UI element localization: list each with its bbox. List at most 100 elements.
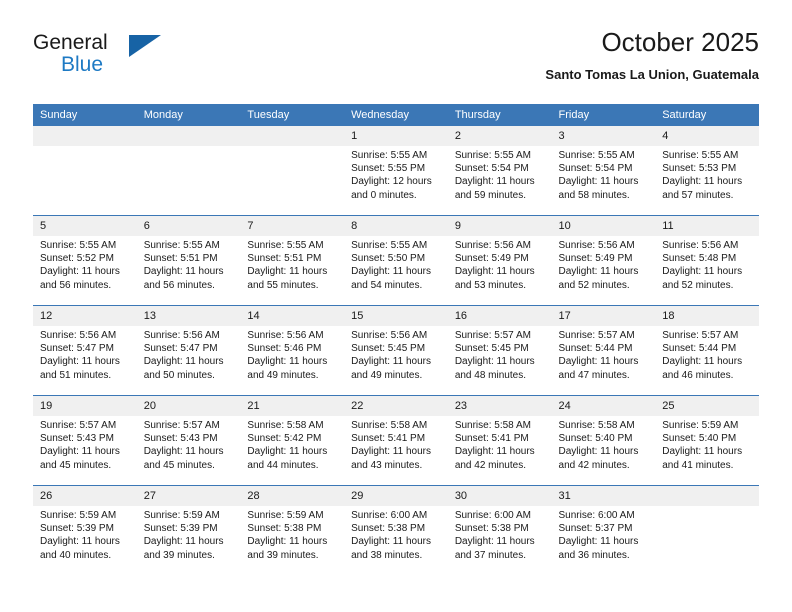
calendar-day-cell[interactable]: 20 Sunrise: 5:57 AM Sunset: 5:43 PM Dayligh…	[136, 395, 241, 486]
day-sunrise-text: Sunrise: 5:56 AM	[558, 240, 635, 251]
day-sunrise-text: Sunrise: 5:56 AM	[454, 240, 531, 251]
day-sunrise-text: Sunrise: 5:55 AM	[40, 240, 117, 251]
calendar-day-cell[interactable]: 22 Sunrise: 5:58 AM Sunset: 5:41 PM Dayligh…	[344, 395, 448, 486]
calendar-day-cell[interactable]: 26 Sunrise: 5:59 AM Sunset: 5:39 PM Dayligh…	[33, 485, 137, 575]
calendar-day-cell[interactable]: 2 Sunrise: 5:55 AM Sunset: 5:54 PM Daylight…	[447, 126, 552, 216]
day-sunrise-text: Sunrise: 6:00 AM	[558, 510, 635, 521]
day-sunset-text: Sunset: 5:41 PM	[454, 433, 529, 445]
calendar-day-cell[interactable]: 6 Sunrise: 5:55 AM Sunset: 5:51 PM Daylight…	[136, 215, 241, 306]
calendar-day-cell[interactable]: 16 Sunrise: 5:57 AM Sunset: 5:45 PM Dayligh…	[447, 305, 552, 396]
day-details: Sunrise: 5:56 AM Sunset: 5:49 PM Daylight:…	[448, 236, 552, 292]
calendar-day-cell[interactable]: 4 Sunrise: 5:55 AM Sunset: 5:53 PM Daylight…	[655, 126, 759, 216]
day-daylight-text: Daylight: 11 hours	[351, 356, 431, 368]
calendar-day-cell[interactable]: 1 Sunrise: 5:55 AM Sunset: 5:55 PM Daylight…	[344, 126, 448, 216]
calendar-empty-cell	[655, 485, 759, 575]
day-daylight-cont-text: and 54 minutes.	[351, 279, 423, 291]
day-details: Sunrise: 5:56 AM Sunset: 5:48 PM Daylight:…	[655, 236, 759, 292]
day-daylight-text: Daylight: 11 hours	[454, 446, 535, 458]
day-sunrise-text: Sunrise: 5:57 AM	[454, 330, 531, 341]
calendar-empty-cell	[136, 126, 241, 216]
day-sunrise-text: Sunrise: 5:55 AM	[351, 240, 428, 251]
day-sunrise-text: Sunrise: 5:59 AM	[662, 420, 739, 431]
calendar-day-cell[interactable]: 23 Sunrise: 5:58 AM Sunset: 5:41 PM Dayligh…	[447, 395, 552, 486]
day-daylight-text: Daylight: 11 hours	[454, 536, 535, 548]
day-daylight-text: Daylight: 11 hours	[662, 356, 743, 368]
calendar-table: Sunday Monday Tuesday Wednesday Thursday…	[33, 104, 759, 575]
day-sunset-text: Sunset: 5:39 PM	[40, 523, 114, 535]
calendar-day-cell[interactable]: 12 Sunrise: 5:56 AM Sunset: 5:47 PM Dayligh…	[33, 305, 137, 396]
day-daylight-text: Daylight: 11 hours	[40, 446, 120, 458]
day-daylight-cont-text: and 58 minutes.	[558, 189, 630, 201]
calendar-day-cell[interactable]: 7 Sunrise: 5:55 AM Sunset: 5:51 PM Daylight…	[240, 215, 345, 306]
day-number: 25	[655, 396, 759, 416]
day-sunrise-text: Sunrise: 5:55 AM	[662, 150, 739, 161]
day-number: 24	[551, 396, 656, 416]
day-sunset-text: Sunset: 5:38 PM	[351, 523, 426, 535]
calendar-day-cell[interactable]: 10 Sunrise: 5:56 AM Sunset: 5:49 PM Dayligh…	[551, 215, 656, 306]
day-daylight-text: Daylight: 11 hours	[558, 356, 639, 368]
calendar-day-cell[interactable]: 28 Sunrise: 5:59 AM Sunset: 5:38 PM Dayligh…	[240, 485, 345, 575]
calendar-day-cell[interactable]: 18 Sunrise: 5:57 AM Sunset: 5:44 PM Dayligh…	[655, 305, 759, 396]
day-daylight-cont-text: and 56 minutes.	[143, 279, 215, 291]
calendar-day-cell[interactable]: 24 Sunrise: 5:58 AM Sunset: 5:40 PM Dayligh…	[551, 395, 656, 486]
calendar-day-cell[interactable]: 29 Sunrise: 6:00 AM Sunset: 5:38 PM Dayligh…	[344, 485, 448, 575]
day-sunset-text: Sunset: 5:42 PM	[247, 433, 322, 445]
calendar-day-cell[interactable]: 31 Sunrise: 6:00 AM Sunset: 5:37 PM Dayligh…	[551, 485, 656, 575]
calendar-day-cell[interactable]: 15 Sunrise: 5:56 AM Sunset: 5:45 PM Dayligh…	[344, 305, 448, 396]
day-daylight-cont-text: and 59 minutes.	[454, 189, 526, 201]
day-details: Sunrise: 5:57 AM Sunset: 5:43 PM Daylight:…	[33, 416, 137, 472]
calendar-week-row: 1 Sunrise: 5:55 AM Sunset: 5:55 PM Daylight…	[33, 126, 759, 216]
logo-text-general: General	[33, 31, 108, 54]
calendar-empty-cell	[240, 126, 345, 216]
calendar-day-cell[interactable]: 3 Sunrise: 5:55 AM Sunset: 5:54 PM Daylight…	[551, 126, 656, 216]
day-number: 8	[344, 216, 448, 236]
calendar-day-cell[interactable]: 5 Sunrise: 5:55 AM Sunset: 5:52 PM Daylight…	[33, 215, 137, 306]
day-number: 21	[240, 396, 345, 416]
day-sunset-text: Sunset: 5:39 PM	[143, 523, 218, 535]
day-number: 31	[551, 486, 656, 506]
day-details: Sunrise: 5:59 AM Sunset: 5:39 PM Daylight:…	[33, 506, 137, 562]
day-number	[33, 126, 137, 146]
day-number: 4	[655, 126, 759, 146]
day-number: 14	[240, 306, 345, 326]
day-details: Sunrise: 5:56 AM Sunset: 5:49 PM Daylight:…	[552, 236, 656, 292]
day-sunrise-text: Sunrise: 5:55 AM	[143, 240, 220, 251]
day-daylight-cont-text: and 49 minutes.	[351, 369, 423, 381]
weekday-header-sunday: Sunday	[33, 104, 137, 126]
day-sunrise-text: Sunrise: 5:55 AM	[558, 150, 635, 161]
day-daylight-text: Daylight: 11 hours	[662, 266, 743, 278]
calendar-day-cell[interactable]: 9 Sunrise: 5:56 AM Sunset: 5:49 PM Daylight…	[447, 215, 552, 306]
day-sunset-text: Sunset: 5:45 PM	[454, 343, 529, 355]
calendar-day-cell[interactable]: 8 Sunrise: 5:55 AM Sunset: 5:50 PM Daylight…	[344, 215, 448, 306]
calendar-day-cell[interactable]: 21 Sunrise: 5:58 AM Sunset: 5:42 PM Dayligh…	[240, 395, 345, 486]
day-number: 22	[344, 396, 448, 416]
calendar-day-cell[interactable]: 25 Sunrise: 5:59 AM Sunset: 5:40 PM Dayligh…	[655, 395, 759, 486]
day-sunset-text: Sunset: 5:47 PM	[40, 343, 114, 355]
day-details: Sunrise: 5:55 AM Sunset: 5:51 PM Daylight:…	[137, 236, 241, 292]
day-daylight-text: Daylight: 11 hours	[662, 446, 743, 458]
day-daylight-cont-text: and 52 minutes.	[558, 279, 630, 291]
calendar-day-cell[interactable]: 14 Sunrise: 5:56 AM Sunset: 5:46 PM Dayligh…	[240, 305, 345, 396]
day-daylight-text: Daylight: 11 hours	[558, 266, 639, 278]
day-daylight-text: Daylight: 11 hours	[143, 536, 224, 548]
day-number: 28	[240, 486, 345, 506]
calendar-day-cell[interactable]: 27 Sunrise: 5:59 AM Sunset: 5:39 PM Dayligh…	[136, 485, 241, 575]
calendar-day-cell[interactable]: 11 Sunrise: 5:56 AM Sunset: 5:48 PM Dayligh…	[655, 215, 759, 306]
calendar-day-cell[interactable]: 19 Sunrise: 5:57 AM Sunset: 5:43 PM Dayligh…	[33, 395, 137, 486]
day-sunset-text: Sunset: 5:38 PM	[454, 523, 529, 535]
calendar-day-cell[interactable]: 30 Sunrise: 6:00 AM Sunset: 5:38 PM Dayligh…	[447, 485, 552, 575]
page-header: General Blue October 2025 Santo Tomas La…	[33, 28, 759, 98]
calendar-header-row: Sunday Monday Tuesday Wednesday Thursday…	[33, 104, 759, 126]
calendar-day-cell[interactable]: 17 Sunrise: 5:57 AM Sunset: 5:44 PM Dayligh…	[551, 305, 656, 396]
day-sunrise-text: Sunrise: 5:55 AM	[351, 150, 428, 161]
day-daylight-text: Daylight: 11 hours	[558, 536, 639, 548]
day-daylight-cont-text: and 39 minutes.	[247, 549, 319, 561]
day-number: 10	[551, 216, 656, 236]
generalblue-logo[interactable]: General Blue	[33, 32, 233, 90]
day-details: Sunrise: 5:58 AM Sunset: 5:42 PM Daylight:…	[240, 416, 344, 472]
day-daylight-cont-text: and 48 minutes.	[454, 369, 526, 381]
day-sunset-text: Sunset: 5:41 PM	[351, 433, 426, 445]
calendar-day-cell[interactable]: 13 Sunrise: 5:56 AM Sunset: 5:47 PM Dayligh…	[136, 305, 241, 396]
day-sunset-text: Sunset: 5:53 PM	[662, 163, 737, 175]
day-daylight-text: Daylight: 11 hours	[558, 176, 639, 188]
